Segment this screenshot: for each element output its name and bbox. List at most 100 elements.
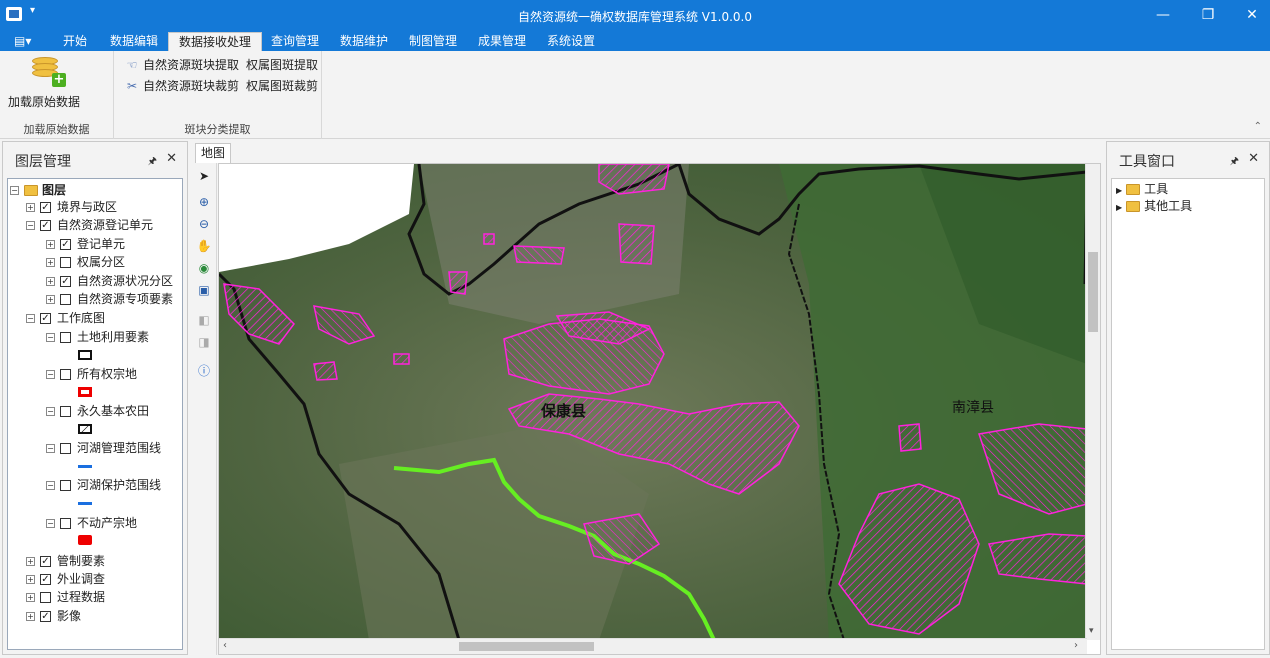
load-raw-data-button[interactable]: + 加载原始数据 (6, 55, 82, 111)
expander-icon[interactable]: + (26, 203, 35, 212)
layer-checkbox[interactable] (60, 443, 71, 454)
close-icon[interactable]: ✕ (166, 151, 177, 166)
identify-info-icon[interactable]: ⓘ (196, 363, 212, 379)
expander-icon[interactable]: + (46, 258, 55, 267)
layer-checkbox[interactable]: ✓ (40, 220, 51, 231)
map-vertical-scrollbar[interactable]: ▾ (1085, 164, 1100, 640)
layer-node[interactable]: + ✓ 管制要素 (26, 552, 105, 570)
layer-node[interactable]: + 过程数据 (26, 588, 105, 606)
layer-node[interactable]: − ✓ 自然资源登记单元 (26, 216, 153, 234)
layer-node[interactable]: − 所有权宗地 (46, 365, 137, 383)
layer-node[interactable]: − 土地利用要素 (46, 328, 149, 346)
expander-icon[interactable]: − (10, 186, 19, 195)
layer-checkbox[interactable] (40, 592, 51, 603)
tree-node-tools[interactable]: ▶ 工具 (1116, 180, 1168, 198)
layer-checkbox[interactable] (60, 518, 71, 529)
tab-query[interactable]: 查询管理 (261, 32, 329, 51)
expand-arrow-icon[interactable]: ▶ (1116, 186, 1122, 195)
scroll-down-icon[interactable]: ▾ (1089, 626, 1094, 636)
layer-checkbox[interactable] (60, 257, 71, 268)
layer-checkbox[interactable] (60, 369, 71, 380)
layer-checkbox[interactable]: ✓ (40, 202, 51, 213)
previous-extent-icon[interactable]: ◧ (196, 312, 212, 328)
layer-checkbox[interactable]: ✓ (60, 276, 71, 287)
layer-node[interactable]: − ✓ 工作底图 (26, 309, 105, 327)
expander-icon[interactable]: + (46, 277, 55, 286)
layer-checkbox[interactable]: ✓ (40, 574, 51, 585)
ownership-patch-extract-button[interactable]: 权属图斑提取 (246, 56, 318, 74)
layer-node[interactable]: − 永久基本农田 (46, 402, 149, 420)
pan-hand-icon[interactable]: ✋ (196, 238, 212, 254)
layer-node[interactable]: + ✓ 影像 (26, 607, 81, 625)
layer-node[interactable]: − 不动产宗地 (46, 514, 137, 532)
layer-node[interactable]: + ✓ 自然资源状况分区 (46, 272, 173, 290)
full-extent-globe-icon[interactable]: ◉ (196, 260, 212, 276)
tab-start[interactable]: 开始 (53, 32, 97, 51)
select-pointer-icon[interactable]: ➤ (196, 168, 212, 184)
layer-checkbox[interactable]: ✓ (40, 313, 51, 324)
restore-button[interactable]: ❐ (1193, 4, 1223, 26)
pin-icon[interactable]: 🖈 (148, 154, 157, 171)
scroll-thumb[interactable] (459, 642, 594, 651)
layer-checkbox[interactable] (60, 294, 71, 305)
expander-icon[interactable]: + (26, 557, 35, 566)
layer-checkbox[interactable] (60, 480, 71, 491)
tab-data-receive[interactable]: 数据接收处理 (168, 32, 263, 51)
expander-icon[interactable]: − (46, 481, 55, 490)
expander-icon[interactable]: + (46, 240, 55, 249)
scroll-thumb[interactable] (1088, 252, 1098, 332)
close-button[interactable]: ✕ (1237, 4, 1267, 26)
expander-icon[interactable]: + (26, 612, 35, 621)
layer-node[interactable]: + ✓ 境界与政区 (26, 198, 117, 216)
scroll-right-icon[interactable]: › (1074, 640, 1078, 651)
zoom-out-icon[interactable]: ⊖ (196, 216, 212, 232)
minimize-button[interactable]: — (1148, 4, 1178, 26)
layer-checkbox[interactable]: ✓ (40, 556, 51, 567)
expander-icon[interactable]: + (46, 295, 55, 304)
close-icon[interactable]: ✕ (1248, 151, 1259, 166)
layer-node[interactable]: − 图层 (10, 181, 66, 199)
expander-icon[interactable]: − (46, 370, 55, 379)
expander-icon[interactable]: + (26, 575, 35, 584)
expand-arrow-icon[interactable]: ▶ (1116, 203, 1122, 212)
expander-icon[interactable]: − (26, 314, 35, 323)
expander-icon[interactable]: − (46, 407, 55, 416)
next-extent-icon[interactable]: ◨ (196, 334, 212, 350)
layer-node[interactable]: + 自然资源专项要素 (46, 290, 173, 308)
tab-results[interactable]: 成果管理 (468, 32, 536, 51)
file-menu-button[interactable]: ▤▾ (8, 32, 44, 51)
zoom-to-layer-icon[interactable]: ▣ (196, 282, 212, 298)
expander-icon[interactable]: − (46, 333, 55, 342)
tab-map[interactable]: 地图 (195, 143, 231, 163)
tab-mapping[interactable]: 制图管理 (399, 32, 467, 51)
layer-node[interactable]: + ✓ 外业调查 (26, 570, 105, 588)
expander-icon[interactable]: − (26, 221, 35, 230)
layer-node[interactable]: − 河湖管理范围线 (46, 439, 161, 457)
zoom-in-icon[interactable]: ⊕ (196, 194, 212, 210)
map-view[interactable]: 保康县 南漳县 ▾ ‹ › (218, 163, 1101, 655)
river-protect-line-symbol (78, 502, 92, 505)
tree-node-other-tools[interactable]: ▶ 其他工具 (1116, 197, 1192, 215)
scroll-left-icon[interactable]: ‹ (223, 640, 227, 651)
resource-patch-extract-button[interactable]: ☜ 自然资源斑块提取 (124, 56, 239, 74)
pin-icon[interactable]: 🖈 (1230, 154, 1239, 171)
layer-node[interactable]: + ✓ 登记单元 (46, 235, 125, 253)
layer-checkbox[interactable]: ✓ (40, 611, 51, 622)
tab-data-edit[interactable]: 数据编辑 (100, 32, 168, 51)
layer-checkbox[interactable]: ✓ (60, 239, 71, 250)
resource-patch-clip-button[interactable]: ✂ 自然资源斑块裁剪 (124, 77, 239, 95)
expander-icon[interactable]: + (26, 593, 35, 602)
map-horizontal-scrollbar[interactable]: ‹ › (219, 638, 1087, 654)
ownership-patch-clip-button[interactable]: 权属图斑裁剪 (246, 77, 318, 95)
expander-icon[interactable]: − (46, 519, 55, 528)
layer-checkbox[interactable] (60, 332, 71, 343)
layer-node[interactable]: − 河湖保护范围线 (46, 476, 161, 494)
layer-panel: 图层管理 🖈 ✕ − 图层 + ✓ 境界与政区 − ✓ 自然资源登记单元 + ✓ 登记单元 + 权属分区… (2, 141, 188, 655)
map-canvas[interactable]: 保康县 南漳县 (219, 164, 1089, 641)
layer-checkbox[interactable] (60, 406, 71, 417)
tab-maintenance[interactable]: 数据维护 (330, 32, 398, 51)
layer-node[interactable]: + 权属分区 (46, 253, 125, 271)
collapse-ribbon-icon[interactable]: ⌃ (1254, 121, 1262, 132)
expander-icon[interactable]: − (46, 444, 55, 453)
tab-settings[interactable]: 系统设置 (537, 32, 605, 51)
